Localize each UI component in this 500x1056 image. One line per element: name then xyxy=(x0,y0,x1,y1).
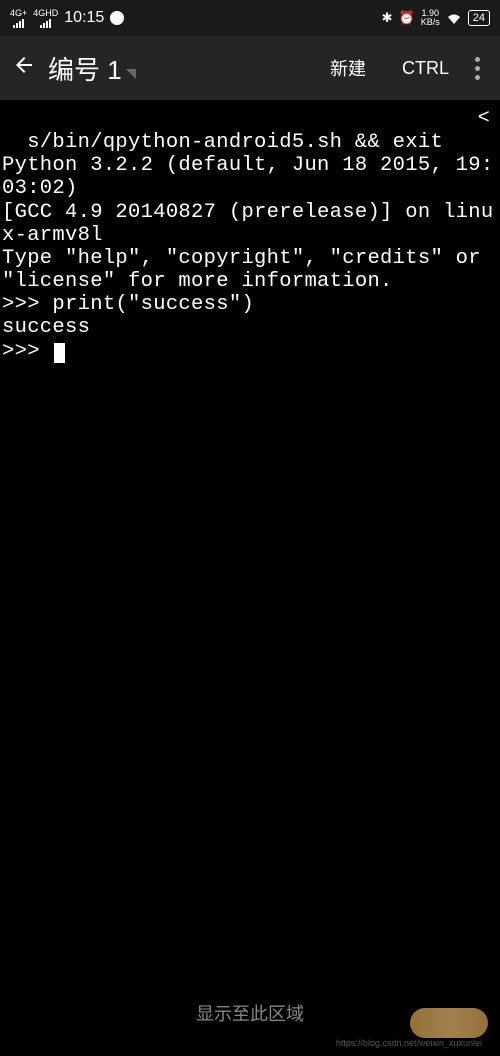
battery-level: 24 xyxy=(468,10,490,26)
new-button[interactable]: 新建 xyxy=(330,55,366,81)
terminal-line: >>> print("success") xyxy=(2,293,254,316)
session-title-dropdown[interactable]: 编号 1 xyxy=(48,50,312,87)
terminal-line: Python 3.2.2 (default, Jun 18 2015, 19:0… xyxy=(2,154,493,200)
speed-unit: KB/s xyxy=(421,18,440,27)
terminal-line: s/bin/qpython-android5.sh && exit xyxy=(27,131,443,154)
arrow-left-icon xyxy=(12,53,36,77)
network-speed: 1.90 KB/s xyxy=(421,9,440,27)
terminal-cursor xyxy=(54,343,65,363)
app-bar: 编号 1 新建 CTRL xyxy=(0,36,500,100)
terminal-prompt: >>> xyxy=(2,340,52,363)
status-time: 10:15 xyxy=(64,9,104,27)
status-left: 4G+ 4GHD 10:15 xyxy=(10,9,124,28)
bluetooth-icon: ✱ xyxy=(382,10,393,26)
session-title: 编号 1 xyxy=(48,50,122,87)
wifi-icon xyxy=(446,12,462,24)
signal-1: 4G+ xyxy=(10,9,27,28)
network-type-2: 4GHD xyxy=(33,9,58,18)
status-app-icon xyxy=(110,11,124,25)
terminal-line: Type "help", "copyright", "credits" or "… xyxy=(2,247,494,293)
more-menu-button[interactable] xyxy=(467,57,488,80)
back-button[interactable] xyxy=(12,52,36,84)
watermark-text: https://blog.csdn.net/weixin_xuxunlei xyxy=(336,1038,482,1048)
watermark-pill xyxy=(410,1008,488,1038)
status-right: ✱ ⏰ 1.90 KB/s 24 xyxy=(382,9,490,27)
ctrl-button[interactable]: CTRL xyxy=(402,58,449,79)
terminal-line: [GCC 4.9 20140827 (prerelease)] on linux… xyxy=(2,201,493,247)
terminal-back-char: < xyxy=(478,108,490,131)
status-bar: 4G+ 4GHD 10:15 ✱ ⏰ 1.90 KB/s xyxy=(0,0,500,36)
chevron-down-icon xyxy=(126,69,136,79)
terminal-output[interactable]: < s/bin/qpython-android5.sh && exit Pytho… xyxy=(0,100,500,365)
more-icon xyxy=(475,57,480,62)
network-type-1: 4G+ xyxy=(10,9,27,18)
terminal-line: success xyxy=(2,316,90,339)
signal-2: 4GHD xyxy=(33,9,58,28)
alarm-icon: ⏰ xyxy=(399,10,415,26)
